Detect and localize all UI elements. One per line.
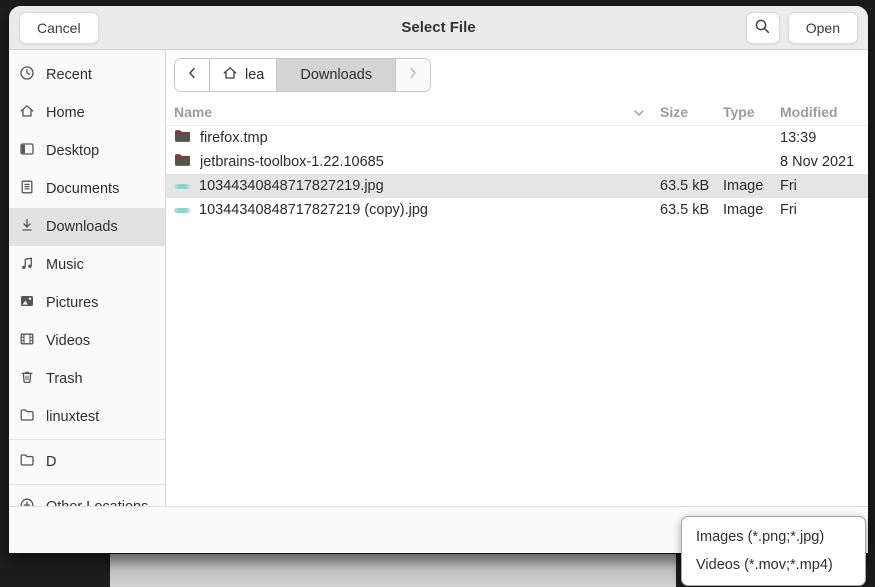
sidebar-item-label: Music xyxy=(46,257,84,273)
other-locations-icon xyxy=(19,497,35,506)
pictures-icon xyxy=(19,293,35,313)
file-size: 63.5 kB xyxy=(660,178,723,194)
folder-icon xyxy=(174,129,191,147)
documents-icon xyxy=(19,179,35,199)
sidebar-item-pictures[interactable]: Pictures xyxy=(9,284,165,322)
file-list: firefox.tmp 13:39 jetbrains-toolbox-1.22… xyxy=(166,126,868,222)
filter-option-videos[interactable]: Videos (*.mov;*.mp4) xyxy=(682,551,865,579)
file-modified: Fri xyxy=(780,202,868,218)
column-header-name-label: Name xyxy=(174,104,212,120)
sidebar-item-label: Videos xyxy=(46,333,90,349)
dialog-main: Recent Home Desktop Documents Downloads xyxy=(9,50,868,506)
music-icon xyxy=(19,255,35,275)
pathbar-home-button[interactable]: lea xyxy=(210,59,277,91)
sidebar-item-recent[interactable]: Recent xyxy=(9,56,165,94)
file-modified: 8 Nov 2021 xyxy=(780,154,868,170)
sidebar-item-label: Recent xyxy=(46,67,92,83)
image-file-icon xyxy=(174,184,190,189)
cancel-button[interactable]: Cancel xyxy=(19,12,99,44)
search-button[interactable] xyxy=(746,12,780,44)
open-button[interactable]: Open xyxy=(788,12,858,44)
sidebar-item-label: D xyxy=(46,454,56,470)
home-icon xyxy=(19,103,35,123)
sidebar-item-trash[interactable]: Trash xyxy=(9,360,165,398)
file-modified: Fri xyxy=(780,178,868,194)
file-modified: 13:39 xyxy=(780,130,868,146)
pathbar-row: lea Downloads xyxy=(166,50,868,99)
sidebar-item-downloads[interactable]: Downloads xyxy=(9,208,165,246)
pathbar-back-button[interactable] xyxy=(175,59,210,91)
file-row-jpg-selected[interactable]: 10344340848717827219.jpg 63.5 kB Image F… xyxy=(166,174,868,198)
sidebar-item-label: Pictures xyxy=(46,295,98,311)
sidebar-item-videos[interactable]: Videos xyxy=(9,322,165,360)
sidebar-item-documents[interactable]: Documents xyxy=(9,170,165,208)
file-name: 10344340848717827219.jpg xyxy=(199,178,384,194)
trash-icon xyxy=(19,369,35,389)
search-icon xyxy=(754,18,771,38)
recent-clock-icon xyxy=(19,65,35,85)
chevron-left-icon xyxy=(187,66,197,84)
file-size: 63.5 kB xyxy=(660,202,723,218)
sidebar-item-home[interactable]: Home xyxy=(9,94,165,132)
column-header-size[interactable]: Size xyxy=(660,104,723,120)
desktop-icon xyxy=(19,141,35,161)
column-header-name[interactable]: Name xyxy=(174,104,660,120)
image-file-icon xyxy=(174,208,190,213)
dialog-title: Select File xyxy=(9,19,868,36)
sidebar-separator xyxy=(9,484,165,485)
pathbar-forward-button[interactable] xyxy=(396,59,430,91)
sidebar-separator xyxy=(9,439,165,440)
sidebar-item-other-locations[interactable]: Other Locations xyxy=(9,488,165,506)
filter-option-images[interactable]: Images (*.png;*.jpg) xyxy=(682,523,865,551)
folder-icon xyxy=(174,153,191,171)
places-sidebar: Recent Home Desktop Documents Downloads xyxy=(9,50,166,506)
sidebar-item-label: Documents xyxy=(46,181,119,197)
file-row-firefox-tmp[interactable]: firefox.tmp 13:39 xyxy=(166,126,868,150)
sidebar-item-label: linuxtest xyxy=(46,409,99,425)
file-name: firefox.tmp xyxy=(200,130,268,146)
home-icon xyxy=(222,65,238,85)
pathbar-home-label: lea xyxy=(245,67,264,83)
sidebar-item-linuxtest[interactable]: linuxtest xyxy=(9,398,165,436)
file-name: jetbrains-toolbox-1.22.10685 xyxy=(200,154,384,170)
file-type: Image xyxy=(723,178,780,194)
file-chooser-dialog: Select File Cancel Open Recent xyxy=(9,6,868,553)
folder-icon xyxy=(19,407,35,427)
sidebar-item-label: Home xyxy=(46,105,85,121)
sidebar-item-music[interactable]: Music xyxy=(9,246,165,284)
column-header-type[interactable]: Type xyxy=(723,104,780,120)
pathbar: lea Downloads xyxy=(174,58,431,92)
file-row-jetbrains-toolbox[interactable]: jetbrains-toolbox-1.22.10685 8 Nov 2021 xyxy=(166,150,868,174)
sidebar-item-desktop[interactable]: Desktop xyxy=(9,132,165,170)
screen: Select File Cancel Open Recent xyxy=(0,0,875,587)
file-row-jpg-copy[interactable]: 10344340848717827219 (copy).jpg 63.5 kB … xyxy=(166,198,868,222)
column-header-modified[interactable]: Modified xyxy=(780,104,868,120)
sidebar-item-d[interactable]: D xyxy=(9,443,165,481)
background-window-edge xyxy=(110,554,676,587)
pathbar-current-folder-button[interactable]: Downloads xyxy=(277,59,396,91)
sidebar-item-label: Trash xyxy=(46,371,83,387)
downloads-icon xyxy=(19,217,35,237)
file-name: 10344340848717827219 (copy).jpg xyxy=(199,202,428,218)
dialog-titlebar: Select File Cancel Open xyxy=(9,6,868,50)
file-browser-content: lea Downloads Name Size Type xyxy=(166,50,868,506)
sidebar-item-label: Other Locations xyxy=(46,499,148,506)
file-list-header: Name Size Type Modified xyxy=(166,99,868,126)
file-type: Image xyxy=(723,202,780,218)
sidebar-item-label: Desktop xyxy=(46,143,99,159)
chevron-right-icon xyxy=(408,66,418,84)
videos-icon xyxy=(19,331,35,351)
file-type-filter-popup: Images (*.png;*.jpg) Videos (*.mov;*.mp4… xyxy=(681,516,866,586)
sort-chevron-down-icon xyxy=(633,104,645,120)
sidebar-item-label: Downloads xyxy=(46,219,118,235)
titlebar-right-group: Open xyxy=(746,12,858,44)
folder-icon xyxy=(19,452,35,472)
